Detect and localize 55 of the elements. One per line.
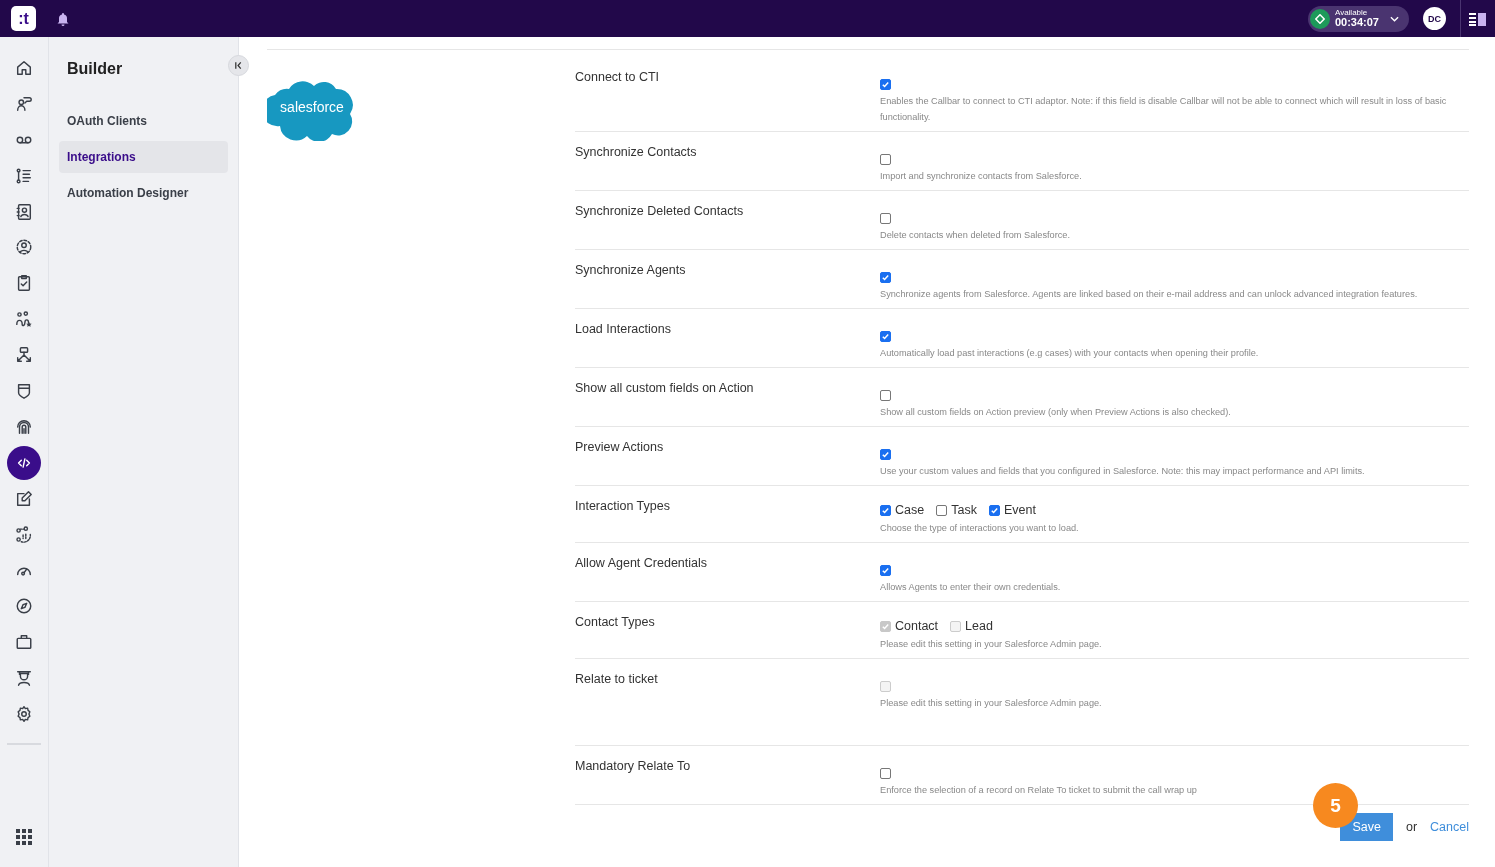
checkbox[interactable] (880, 79, 891, 90)
setting-label: Relate to ticket (575, 672, 659, 688)
checkbox[interactable] (880, 565, 891, 576)
diamond-icon (1314, 13, 1325, 24)
collapse-icon[interactable] (234, 61, 243, 70)
setting-description: Enforce the selection of a record on Relate To ticket to submit the call wrap up (880, 784, 1198, 797)
or-text: or (1405, 820, 1418, 834)
setting-description: Please edit this setting in your Salesforce Admin page. (880, 638, 1103, 651)
setting-label: Synchronize Deleted Contacts (575, 204, 745, 220)
sidebar-item[interactable]: OAuth Clients (59, 105, 228, 137)
user-avatar[interactable]: DC (1423, 7, 1446, 30)
cancel-link[interactable]: Cancel (1430, 820, 1469, 834)
status-selector[interactable]: Available 00:34:07 (1307, 5, 1409, 32)
panel-toggle-icon[interactable] (1469, 11, 1487, 26)
setting-label: Interaction Types (575, 499, 671, 515)
setting-description: Show all custom fields on Action preview (only when Preview Actions is also checked). (880, 406, 1232, 419)
checkbox[interactable] (880, 154, 891, 165)
checkbox[interactable] (880, 768, 891, 779)
checkbox[interactable] (936, 504, 948, 516)
notification-bell-icon[interactable] (56, 11, 70, 26)
setting-description: Allows Agents to enter their own credentials. (880, 581, 1062, 594)
setting-label: Contact Types (575, 615, 656, 631)
app-logo[interactable]: :t (11, 6, 36, 31)
setting-description: Automatically load past interactions (e.g cases) with your contacts when opening their profile. (880, 347, 1260, 360)
checkbox[interactable] (880, 390, 891, 401)
setting-label: Synchronize Agents (575, 263, 687, 279)
setting-label: Mandatory Relate To (575, 759, 692, 775)
setting-label: Show all custom fields on Action (575, 381, 755, 397)
option-label[interactable]: Event (1003, 503, 1036, 517)
setting-label: Preview Actions (575, 440, 665, 456)
setting-label: Connect to CTI (575, 70, 661, 86)
setting-label: Allow Agent Credentials (575, 556, 709, 572)
checkbox[interactable] (880, 213, 891, 224)
sidebar-item[interactable]: Integrations (59, 141, 228, 173)
sidebar-item[interactable]: Automation Designer (59, 177, 228, 209)
option-label[interactable]: Task (951, 503, 977, 517)
option-label[interactable]: Case (895, 503, 925, 517)
setting-label: Load Interactions (575, 322, 672, 338)
checkbox[interactable] (880, 449, 891, 460)
setting-description: Please edit this setting in your Salesforce Admin page. (880, 697, 1103, 710)
setting-description: Enables the Callbar to connect to CTI adaptor. Note: if this field is disable Callbar will not be able to connect which will result in loss of basic functionality. (880, 95, 1448, 124)
code-icon[interactable] (7, 445, 41, 480)
setting-description: Synchronize agents from Salesforce. Agents are linked based on their e-mail address and can unlock advanced integration features. (880, 288, 1419, 301)
checkbox[interactable] (880, 504, 891, 516)
chevron-down-icon[interactable] (1390, 15, 1399, 22)
setting-description: Use your custom values and fields that you configured in Salesforce. Note: this may impact performance and API limits. (880, 465, 1366, 478)
apps-grid-icon[interactable] (16, 829, 32, 845)
checkbox[interactable] (880, 272, 891, 283)
setting-description: Import and synchronize contacts from Salesforce. (880, 170, 1083, 183)
setting-label: Synchronize Contacts (575, 145, 698, 161)
checkbox[interactable] (988, 504, 1000, 516)
sidebar-title: Builder (66, 60, 124, 78)
setting-description: Delete contacts when deleted from Salesforce. (880, 229, 1071, 242)
setting-description: Choose the type of interactions you want to load. (880, 522, 1080, 535)
checkbox[interactable] (880, 331, 891, 342)
